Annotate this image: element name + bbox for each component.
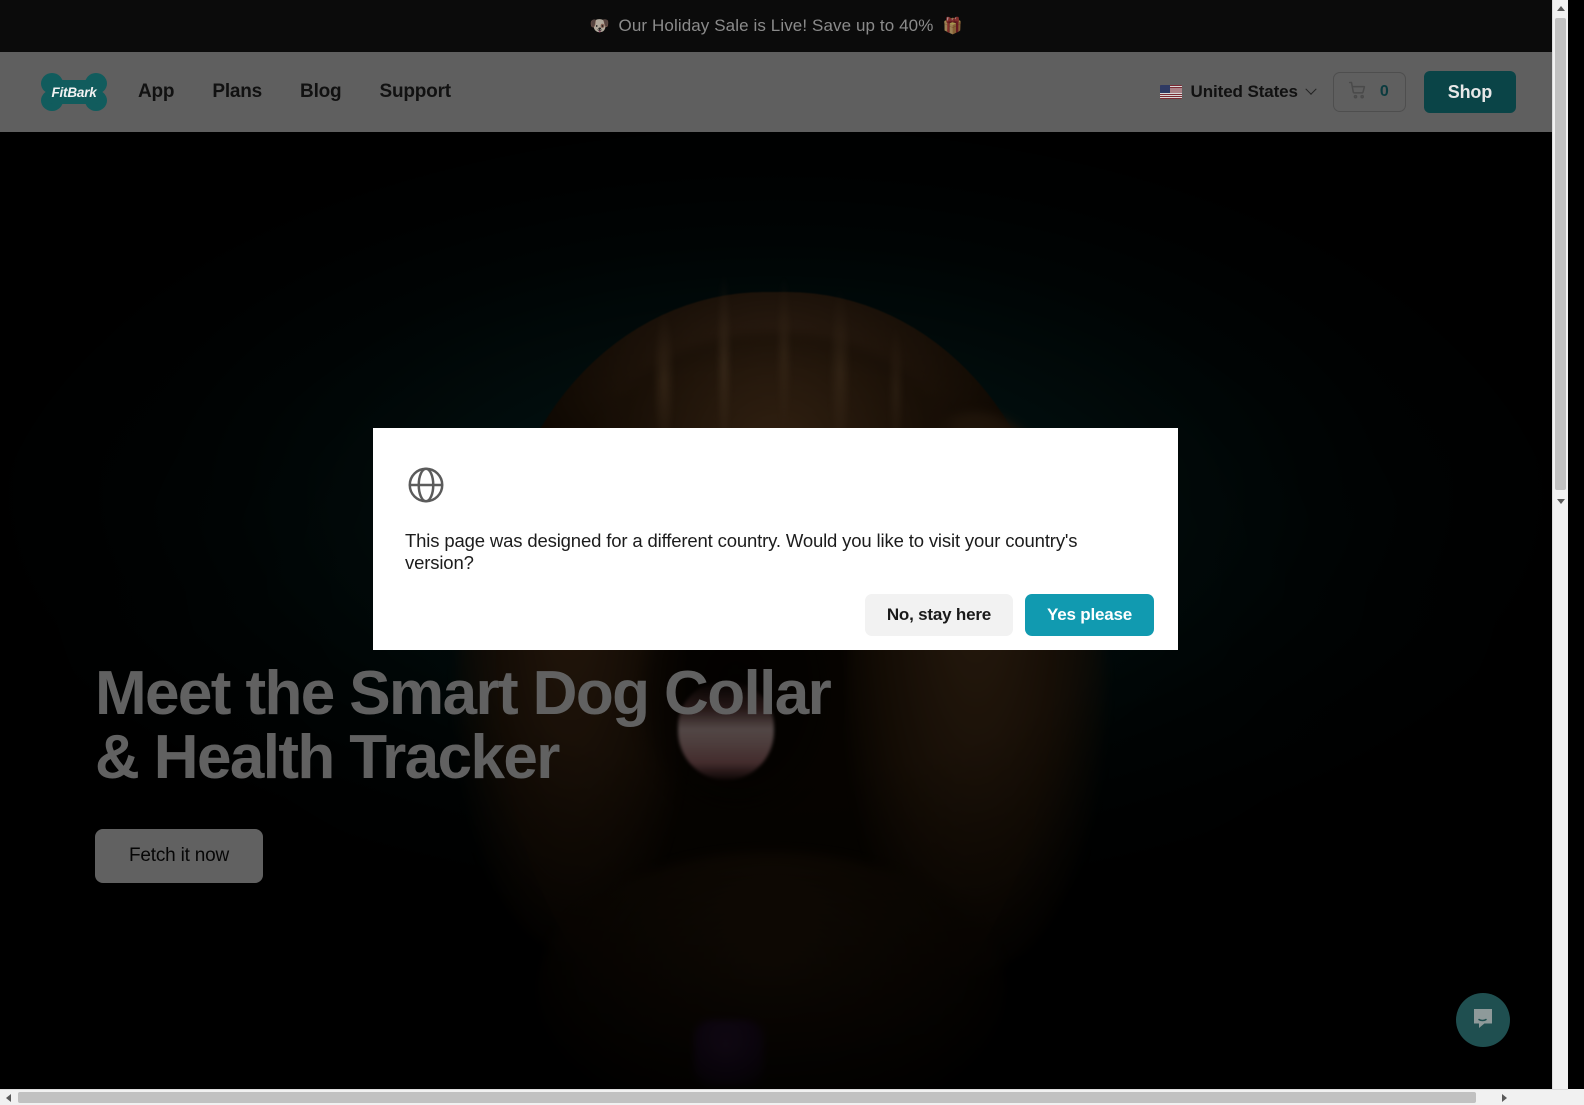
- browser-viewport: 🐶 Our Holiday Sale is Live! Save up to 4…: [0, 0, 1568, 1089]
- horizontal-scrollbar-thumb[interactable]: [18, 1092, 1476, 1103]
- globe-icon: [405, 464, 447, 506]
- country-redirect-modal: This page was designed for a different c…: [373, 428, 1178, 650]
- vertical-scrollbar[interactable]: [1552, 0, 1568, 1089]
- us-flag-icon: [1159, 85, 1182, 99]
- no-stay-here-button[interactable]: No, stay here: [864, 594, 1014, 636]
- promo-banner[interactable]: 🐶 Our Holiday Sale is Live! Save up to 4…: [0, 0, 1552, 52]
- page-content: 🐶 Our Holiday Sale is Live! Save up to 4…: [0, 0, 1552, 1089]
- scroll-right-button[interactable]: [1496, 1090, 1512, 1105]
- nav-item-plans[interactable]: Plans: [212, 81, 262, 103]
- modal-message: This page was designed for a different c…: [405, 530, 1078, 573]
- dog-emoji-icon: 🐶: [589, 18, 610, 35]
- chat-widget-button[interactable]: [1456, 993, 1510, 1047]
- chevron-down-icon: [1305, 83, 1317, 95]
- fitbark-logo[interactable]: FitBark: [40, 69, 108, 115]
- promo-banner-text: Our Holiday Sale is Live! Save up to 40%: [618, 16, 934, 35]
- shop-button[interactable]: Shop: [1423, 71, 1516, 113]
- gift-emoji-icon: 🎁: [942, 18, 963, 35]
- cart-button[interactable]: 0: [1332, 72, 1406, 112]
- scroll-up-button[interactable]: [1553, 0, 1568, 16]
- country-selector-label: United States: [1190, 82, 1298, 101]
- flag-canton: [1159, 85, 1170, 93]
- logo-text: FitBark: [51, 84, 97, 100]
- vertical-scrollbar-thumb[interactable]: [1555, 18, 1566, 490]
- horizontal-scrollbar[interactable]: [0, 1089, 1584, 1105]
- main-navigation: App Plans Blog Support: [138, 81, 451, 103]
- header-actions: United States 0 Shop: [1159, 71, 1516, 113]
- modal-actions: No, stay here Yes please: [864, 594, 1154, 636]
- nav-item-blog[interactable]: Blog: [300, 81, 342, 103]
- site-header: FitBark App Plans Blog Support United St…: [0, 52, 1552, 132]
- scroll-down-button[interactable]: [1553, 493, 1568, 509]
- scrollbar-corner: [1568, 1089, 1584, 1105]
- scroll-left-button[interactable]: [0, 1090, 16, 1105]
- promo-banner-content: 🐶 Our Holiday Sale is Live! Save up to 4…: [590, 16, 963, 36]
- country-selector[interactable]: United States: [1159, 82, 1317, 102]
- nav-item-support[interactable]: Support: [379, 81, 451, 103]
- chat-bubble-icon: [1470, 1005, 1496, 1036]
- shopping-cart-icon: [1348, 80, 1368, 105]
- yes-please-button[interactable]: Yes please: [1025, 594, 1154, 636]
- cart-item-count: 0: [1379, 83, 1389, 100]
- nav-item-app[interactable]: App: [138, 81, 175, 103]
